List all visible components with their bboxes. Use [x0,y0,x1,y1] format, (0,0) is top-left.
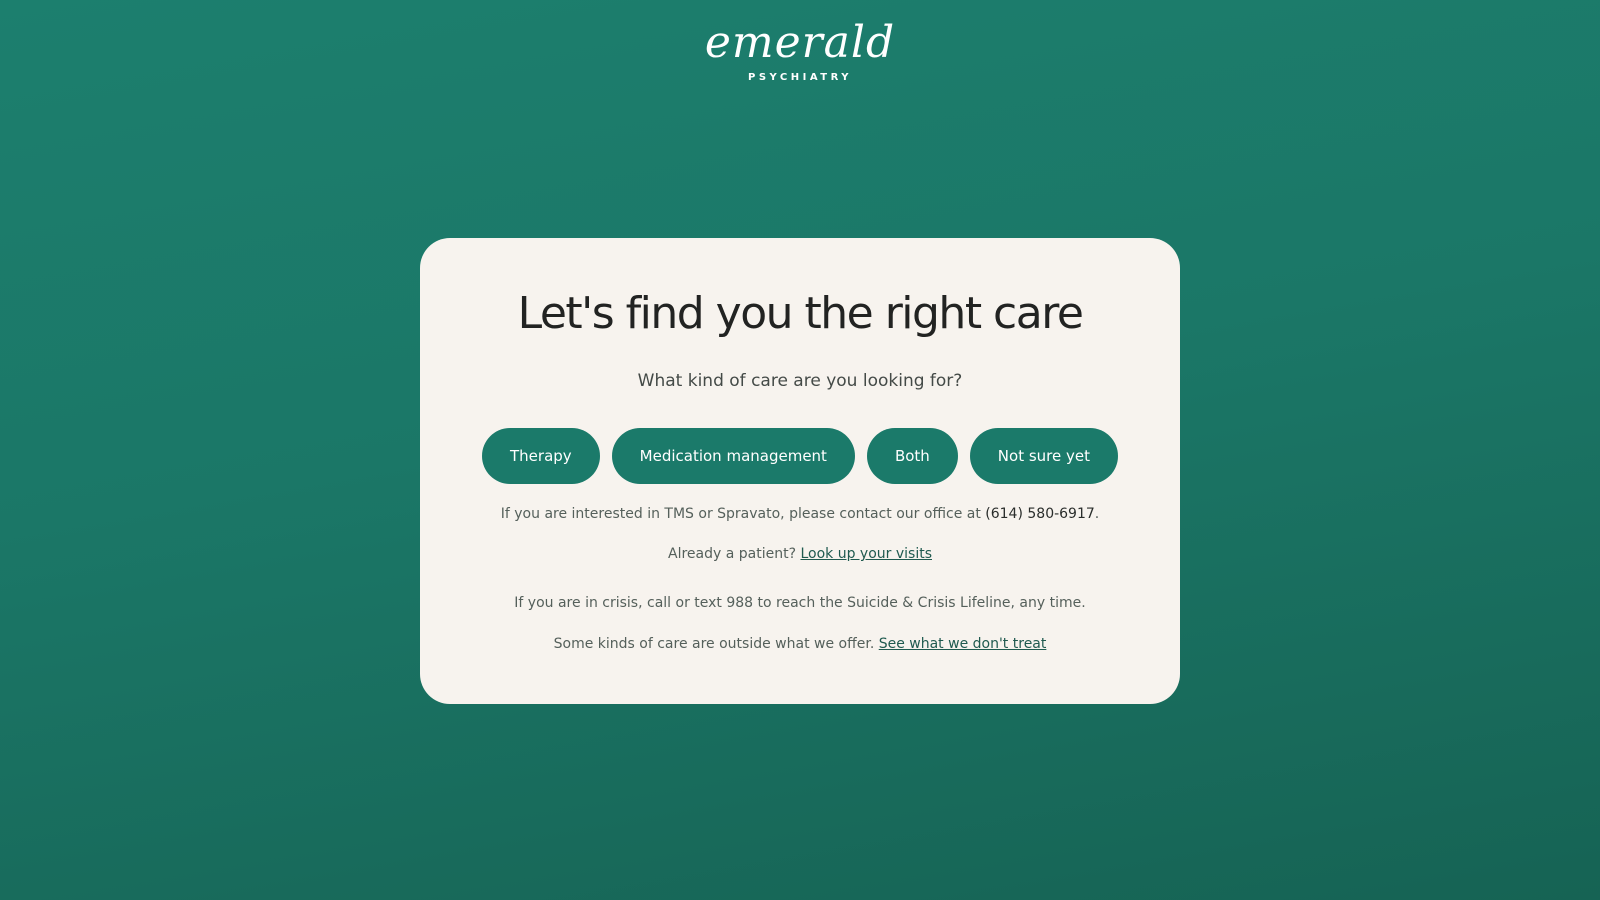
care-options: Therapy Medication management Both Not s… [420,428,1180,484]
option-therapy-button[interactable]: Therapy [482,428,600,484]
office-phone: (614) 580-6917 [985,506,1095,522]
patient-lookup: Already a patient? Look up your visits [420,546,1180,562]
care-finder-card: Let's find you the right care What kind … [420,238,1180,704]
crisis-notice: If you are in crisis, call or text 988 t… [514,595,1086,611]
tms-notice-text: If you are interested in TMS or Spravato… [500,506,981,522]
outside-scope: Some kinds of care are outside what we o… [420,636,1180,652]
logo-wordmark: emerald [704,17,896,68]
page-title: Let's find you the right care [517,288,1084,339]
outside-scope-text: Some kinds of care are outside what we o… [553,636,875,652]
option-not-sure-button[interactable]: Not sure yet [969,428,1118,484]
look-up-visits-link[interactable]: Look up your visits [800,546,932,562]
brand-logo: emerald PSYCHIATRY [0,17,1600,84]
care-question: What kind of care are you looking for? [637,371,963,391]
option-medication-management-button[interactable]: Medication management [611,428,855,484]
logo-tagline: PSYCHIATRY [747,72,853,83]
option-both-button[interactable]: Both [866,428,958,484]
patient-prompt: Already a patient? [668,546,797,562]
see-what-we-dont-treat-link[interactable]: See what we don't treat [879,636,1047,652]
tms-notice: If you are interested in TMS or Spravato… [420,506,1180,522]
tms-notice-suffix: . [1094,506,1100,522]
